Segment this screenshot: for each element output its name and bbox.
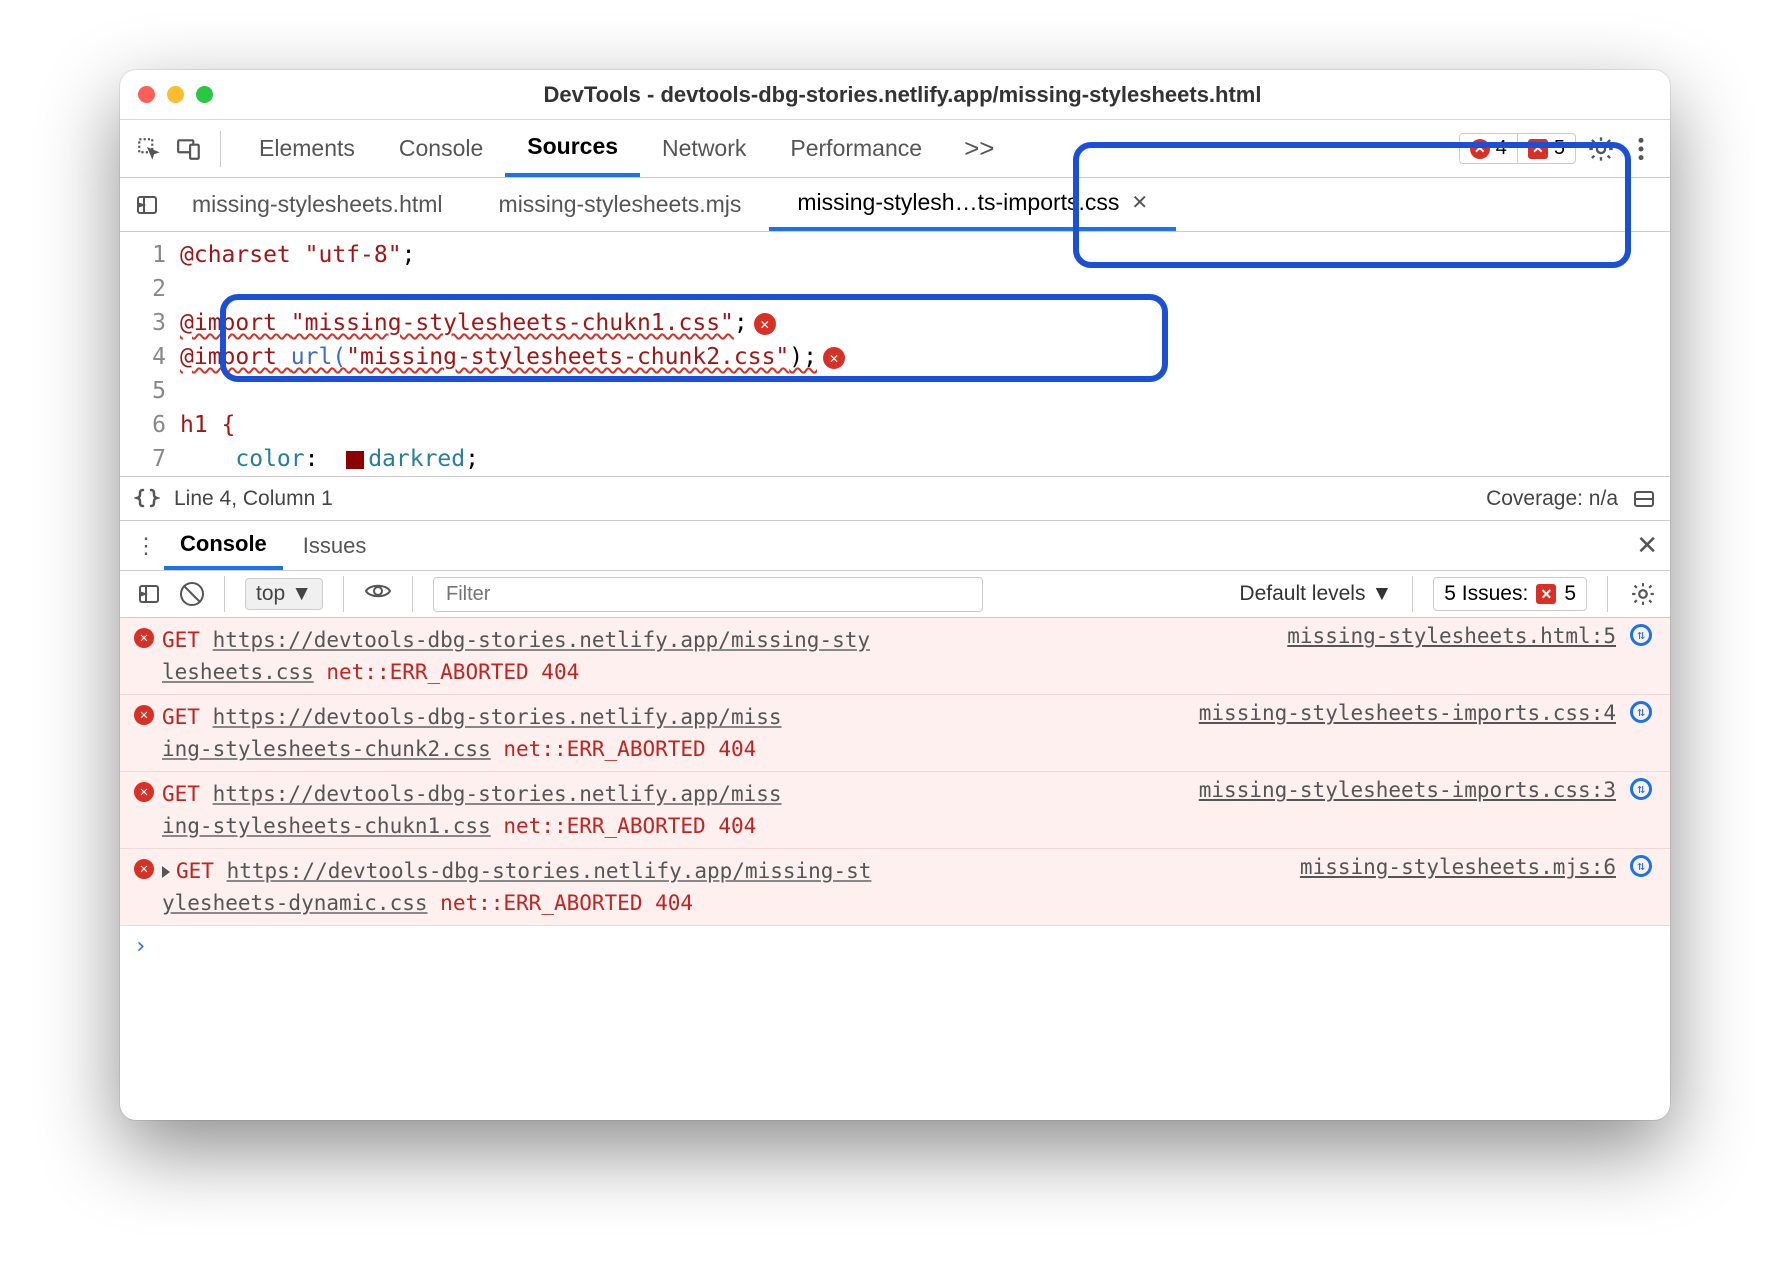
separator — [1607, 576, 1608, 612]
file-tab-2[interactable]: missing-stylesh…ts-imports.css ✕ — [769, 178, 1176, 231]
drawer-tab-issues[interactable]: Issues — [287, 521, 383, 570]
close-drawer-icon[interactable]: ✕ — [1636, 530, 1658, 561]
main-toolbar: Elements Console Sources Network Perform… — [120, 120, 1670, 178]
clear-console-icon[interactable] — [180, 582, 204, 606]
tab-performance[interactable]: Performance — [768, 120, 944, 177]
error-message: GET https://devtools-dbg-stories.netlify… — [162, 624, 1277, 688]
console-error-row[interactable]: ✕GET https://devtools-dbg-stories.netlif… — [120, 772, 1670, 849]
separator — [224, 576, 225, 612]
separator — [343, 576, 344, 612]
console-error-row[interactable]: ✕GET https://devtools-dbg-stories.netlif… — [120, 618, 1670, 695]
drawer-menu-icon[interactable]: ⋮ — [132, 533, 160, 559]
error-message: GET https://devtools-dbg-stories.netlify… — [162, 701, 1189, 765]
issues-button[interactable]: 5 Issues: ✕ 5 — [1433, 577, 1587, 611]
issue-icon: ✕ — [1528, 139, 1548, 159]
error-icon: ✕ — [134, 701, 162, 725]
show-navigator-icon[interactable] — [130, 193, 164, 217]
console-prompt[interactable]: › — [120, 926, 1670, 967]
separator — [220, 131, 221, 167]
device-toolbar-icon[interactable] — [174, 134, 204, 164]
chevron-down-icon: ▼ — [291, 582, 312, 606]
network-panel-icon[interactable]: ⇅ — [1626, 701, 1656, 723]
panel-tabs: Elements Console Sources Network Perform… — [237, 120, 944, 177]
error-count: 4 — [1496, 137, 1507, 160]
kebab-menu-icon[interactable] — [1626, 134, 1656, 164]
close-window-icon[interactable] — [138, 86, 155, 103]
console-output[interactable]: ✕GET https://devtools-dbg-stories.netlif… — [120, 618, 1670, 1120]
close-tab-icon[interactable]: ✕ — [1131, 190, 1148, 215]
error-message: GET https://devtools-dbg-stories.netlify… — [162, 855, 1290, 919]
console-filter-input[interactable] — [433, 577, 983, 612]
issue-icon: ✕ — [1536, 584, 1556, 604]
error-icon: ✕ — [134, 624, 162, 648]
cursor-position: Line 4, Column 1 — [174, 487, 333, 511]
devtools-window: DevTools - devtools-dbg-stories.netlify.… — [120, 70, 1670, 1120]
tab-network[interactable]: Network — [640, 120, 768, 177]
minimize-window-icon[interactable] — [167, 86, 184, 103]
error-icon: ✕ — [134, 855, 162, 879]
error-source-link[interactable]: missing-stylesheets.html:5 — [1277, 624, 1626, 648]
separator — [1412, 576, 1413, 612]
inspect-icon[interactable] — [134, 134, 164, 164]
titlebar: DevTools - devtools-dbg-stories.netlify.… — [120, 70, 1670, 120]
issue-count: 5 — [1554, 137, 1565, 160]
log-levels-selector[interactable]: Default levels ▼ — [1239, 582, 1392, 606]
file-tabs: missing-stylesheets.html missing-stylesh… — [120, 178, 1670, 232]
toggle-sidebar-icon[interactable] — [1632, 487, 1656, 511]
coverage-label: Coverage: n/a — [1486, 487, 1618, 511]
console-error-row[interactable]: ✕GET https://devtools-dbg-stories.netlif… — [120, 695, 1670, 772]
traffic-lights — [138, 86, 213, 103]
console-error-row[interactable]: ✕GET https://devtools-dbg-stories.netlif… — [120, 849, 1670, 926]
code-area[interactable]: @charset "utf-8"; @import "missing-style… — [180, 238, 1670, 476]
editor-statusbar: Line 4, Column 1 Coverage: n/a — [120, 476, 1670, 520]
show-console-sidebar-icon[interactable] — [132, 582, 166, 606]
context-selector[interactable]: top▼ — [245, 578, 323, 610]
drawer-tabs: ⋮ Console Issues ✕ — [120, 520, 1670, 570]
live-expression-icon[interactable] — [364, 581, 392, 607]
tab-console[interactable]: Console — [377, 120, 505, 177]
error-badges[interactable]: ✕ 4 ✕ 5 — [1459, 133, 1576, 164]
network-panel-icon[interactable]: ⇅ — [1626, 778, 1656, 800]
separator — [412, 576, 413, 612]
network-panel-icon[interactable]: ⇅ — [1626, 624, 1656, 646]
error-source-link[interactable]: missing-stylesheets.mjs:6 — [1290, 855, 1626, 879]
more-tabs-icon[interactable]: >> — [954, 133, 1004, 164]
chevron-down-icon: ▼ — [1371, 582, 1392, 606]
tab-sources[interactable]: Sources — [505, 120, 640, 177]
drawer-tab-console[interactable]: Console — [164, 521, 283, 570]
file-tab-1[interactable]: missing-stylesheets.mjs — [471, 178, 770, 231]
tab-elements[interactable]: Elements — [237, 120, 377, 177]
window-title: DevTools - devtools-dbg-stories.netlify.… — [213, 82, 1652, 108]
error-icon: ✕ — [1470, 139, 1490, 159]
console-settings-icon[interactable] — [1628, 579, 1658, 609]
console-toolbar: top▼ Default levels ▼ 5 Issues: ✕ 5 — [120, 570, 1670, 618]
settings-icon[interactable] — [1586, 134, 1616, 164]
network-panel-icon[interactable]: ⇅ — [1626, 855, 1656, 877]
pretty-print-icon[interactable] — [134, 488, 160, 510]
error-icon: ✕ — [134, 778, 162, 802]
error-message: GET https://devtools-dbg-stories.netlify… — [162, 778, 1189, 842]
source-editor[interactable]: 1234567 @charset "utf-8"; @import "missi… — [120, 232, 1670, 476]
error-source-link[interactable]: missing-stylesheets-imports.css:4 — [1189, 701, 1626, 725]
line-gutter: 1234567 — [120, 238, 180, 476]
error-source-link[interactable]: missing-stylesheets-imports.css:3 — [1189, 778, 1626, 802]
file-tab-0[interactable]: missing-stylesheets.html — [164, 178, 471, 231]
maximize-window-icon[interactable] — [196, 86, 213, 103]
